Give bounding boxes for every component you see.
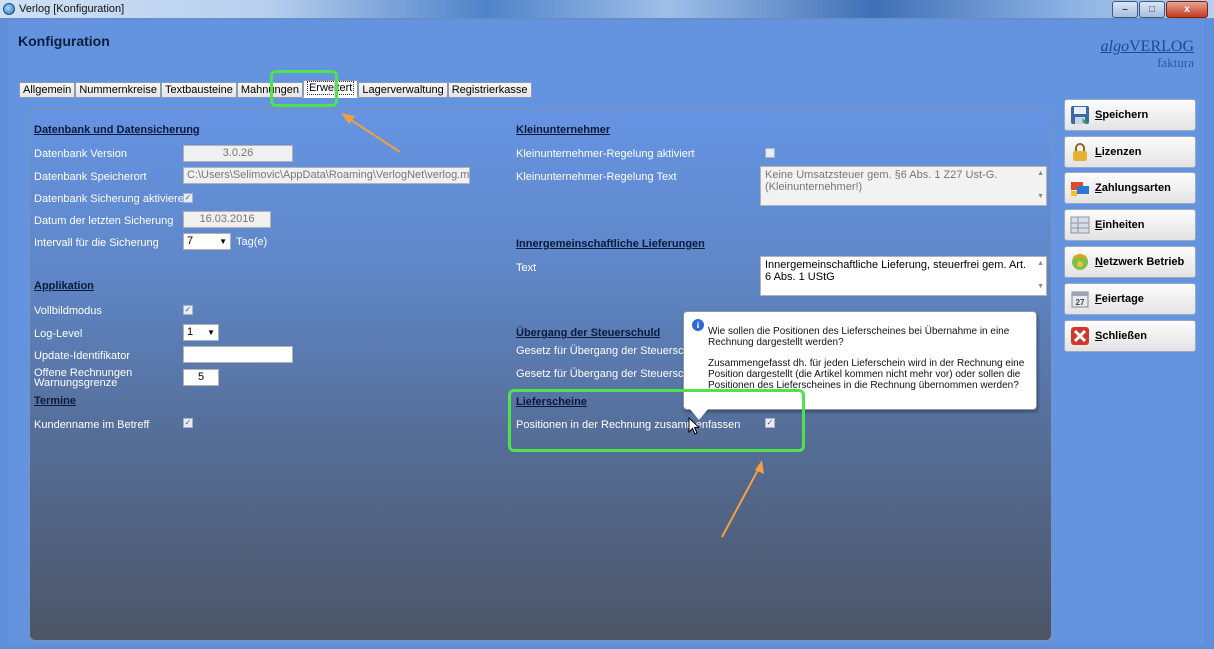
arrow-to-lieferscheine <box>721 460 764 538</box>
annotation-arrows <box>341 113 764 538</box>
arrow-to-tab <box>341 113 401 153</box>
